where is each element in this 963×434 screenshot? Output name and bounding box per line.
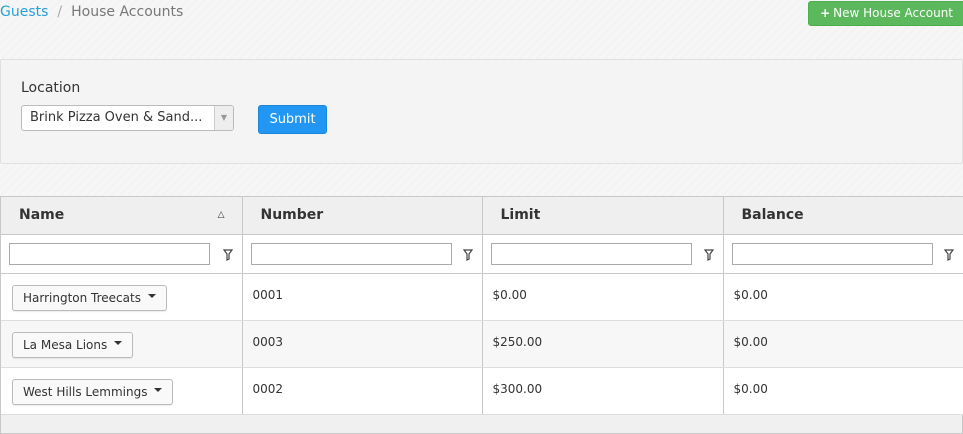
name-cell: La Mesa Lions	[1, 320, 243, 368]
limit-cell: $300.00	[482, 367, 724, 415]
column-header-label: Limit	[500, 207, 541, 224]
filter-input-limit[interactable]	[490, 242, 692, 265]
funnel-icon[interactable]	[222, 248, 233, 261]
column-header-limit[interactable]: Limit	[482, 197, 724, 235]
account-name: La Mesa Lions	[23, 337, 108, 352]
filter-panel: Location Brink Pizza Oven & Sand... ▼ Su…	[0, 59, 963, 164]
filter-cell-limit	[482, 234, 724, 274]
new-house-account-button[interactable]: + New House Account	[808, 1, 963, 26]
funnel-icon[interactable]	[703, 248, 714, 261]
breadcrumb-guests-link[interactable]: Guests	[0, 4, 48, 20]
house-accounts-table: Name △ Number Limit Balance Harrington T…	[1, 197, 963, 415]
caret-down-icon	[114, 341, 123, 345]
header-row: Name △ Number Limit Balance	[1, 197, 963, 235]
filter-input-balance[interactable]	[731, 242, 933, 265]
top-bar: Guests / House Accounts + New House Account	[0, 0, 963, 30]
breadcrumb-separator: /	[57, 4, 63, 20]
submit-button[interactable]: Submit	[258, 105, 327, 134]
house-accounts-grid: Name △ Number Limit Balance Harrington T…	[0, 196, 963, 434]
filter-cell-name	[1, 234, 243, 274]
account-name-dropdown[interactable]: West Hills Lemmings	[12, 378, 174, 405]
column-header-label: Balance	[741, 207, 804, 224]
select-arrow-icon[interactable]: ▼	[214, 106, 233, 130]
filter-cell-number	[242, 234, 483, 274]
table-row: West Hills Lemmings 0002 $300.00 $0.00	[1, 367, 963, 415]
funnel-icon[interactable]	[943, 248, 954, 261]
location-label: Location	[21, 80, 81, 96]
column-header-balance[interactable]: Balance	[723, 197, 963, 235]
column-header-name[interactable]: Name △	[1, 197, 243, 235]
limit-cell: $250.00	[482, 320, 724, 368]
sort-ascending-icon: △	[217, 210, 225, 220]
number-cell: 0003	[242, 320, 483, 368]
location-select-value: Brink Pizza Oven & Sand...	[30, 110, 203, 125]
number-cell: 0001	[242, 273, 483, 321]
caret-down-icon	[154, 388, 163, 392]
balance-cell: $0.00	[723, 273, 963, 321]
plus-icon: +	[820, 6, 831, 20]
new-house-account-label: New House Account	[833, 6, 953, 20]
name-cell: West Hills Lemmings	[1, 367, 243, 415]
column-header-label: Number	[260, 207, 324, 224]
name-cell: Harrington Treecats	[1, 273, 243, 321]
filter-input-number[interactable]	[250, 242, 452, 265]
limit-cell: $0.00	[482, 273, 724, 321]
account-name: West Hills Lemmings	[23, 384, 148, 399]
filter-row	[1, 234, 963, 274]
filter-cell-balance	[723, 234, 963, 274]
balance-cell: $0.00	[723, 367, 963, 415]
table-row: La Mesa Lions 0003 $250.00 $0.00	[1, 320, 963, 368]
filter-input-name[interactable]	[9, 242, 210, 265]
column-header-number[interactable]: Number	[242, 197, 483, 235]
balance-cell: $0.00	[723, 320, 963, 368]
account-name-dropdown[interactable]: La Mesa Lions	[12, 331, 134, 358]
funnel-icon[interactable]	[462, 248, 473, 261]
number-cell: 0002	[242, 367, 483, 415]
location-select[interactable]: Brink Pizza Oven & Sand... ▼	[21, 105, 234, 131]
breadcrumb-current: House Accounts	[71, 4, 184, 20]
table-row: Harrington Treecats 0001 $0.00 $0.00	[1, 273, 963, 321]
breadcrumb: Guests / House Accounts	[0, 4, 183, 20]
account-name-dropdown[interactable]: Harrington Treecats	[12, 284, 167, 311]
account-name: Harrington Treecats	[23, 290, 141, 305]
column-header-label: Name	[19, 207, 65, 224]
caret-down-icon	[147, 294, 156, 298]
